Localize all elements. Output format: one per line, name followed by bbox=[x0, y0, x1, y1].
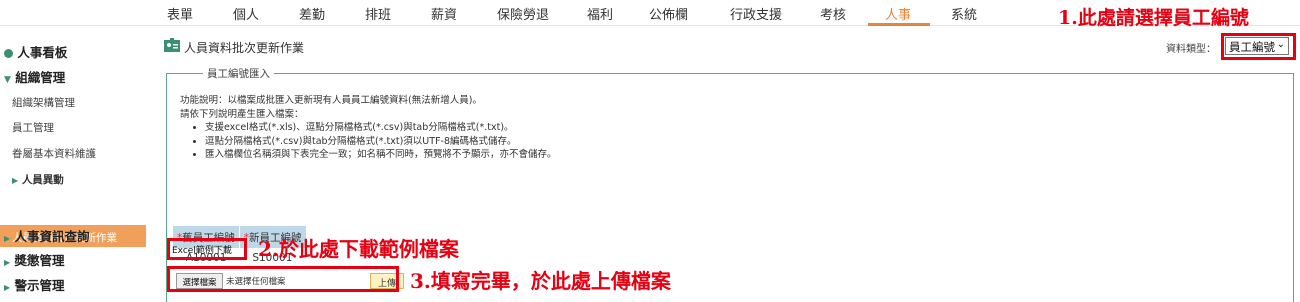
caret-right-icon: ▶ bbox=[4, 234, 11, 243]
sidebar-item-label: 人員異動 bbox=[21, 174, 64, 186]
highlight-box-upload bbox=[167, 266, 399, 292]
sidebar-item-org-structure[interactable]: 組織架構管理 bbox=[12, 95, 162, 110]
nav-item-bulletin[interactable]: 公佈欄 bbox=[649, 4, 688, 23]
instruction-list: 支援excel格式(*.xls)、逗點分隔檔格式(*.csv)與tab分隔檔格式… bbox=[180, 121, 557, 162]
nav-item-hr[interactable]: 人事 bbox=[885, 4, 911, 23]
annotation-select-employee-id: 1.此處請選擇員工編號 bbox=[1058, 7, 1249, 29]
sidebar-item-personnel-changes[interactable]: ▶ 人員異動 bbox=[12, 172, 162, 187]
instructions: 功能說明：以檔案成批匯入更新現有人員員工編號資料(無法新增人員)。 請依下列說明… bbox=[180, 94, 557, 162]
active-tab-underline bbox=[868, 23, 930, 26]
caret-right-icon: ▶ bbox=[12, 176, 19, 185]
id-card-icon bbox=[164, 38, 180, 52]
nav-item-attendance[interactable]: 差勤 bbox=[299, 4, 325, 23]
sidebar-item-label: 人事看板 bbox=[17, 45, 68, 60]
sidebar-item-label: 獎懲管理 bbox=[14, 253, 65, 268]
instruction-bullet: 支援excel格式(*.xls)、逗點分隔檔格式(*.csv)與tab分隔檔格式… bbox=[205, 121, 557, 135]
nav-item-scheduling[interactable]: 排班 bbox=[365, 4, 391, 23]
caret-down-icon: ▼ bbox=[4, 75, 11, 85]
nav-item-salary[interactable]: 薪資 bbox=[431, 4, 457, 23]
instruction-line-1: 功能說明：以檔案成批匯入更新現有人員員工編號資料(無法新增人員)。 bbox=[180, 95, 482, 106]
caret-right-icon: ▶ bbox=[4, 283, 11, 292]
sidebar-item-rewards-discipline[interactable]: ▶ 獎懲管理 bbox=[4, 250, 154, 269]
nav-item-admin-support[interactable]: 行政支援 bbox=[730, 4, 782, 23]
nav-item-personal[interactable]: 個人 bbox=[233, 4, 259, 23]
page-title: 人員資料批次更新作業 bbox=[184, 41, 305, 55]
sidebar-item-alerts[interactable]: ▶ 警示管理 bbox=[4, 275, 154, 294]
sidebar-item-hr-query[interactable]: ▶ 人事資訊查詢 bbox=[4, 226, 154, 245]
nav-item-insurance[interactable]: 保險勞退 bbox=[497, 4, 549, 23]
annotation-upload-file: 3.填寫完畢，於此處上傳檔案 bbox=[410, 269, 671, 293]
data-type-label: 資料類型： bbox=[1166, 44, 1216, 55]
pie-chart-icon bbox=[4, 49, 13, 58]
instruction-bullet: 逗點分隔檔格式(*.csv)與tab分隔檔格式(*.txt)須以UTF-8編碼格… bbox=[205, 135, 557, 149]
sidebar-item-hr-dashboard[interactable]: 人事看板 bbox=[4, 42, 154, 61]
nav-item-forms[interactable]: 表單 bbox=[167, 4, 193, 23]
panel-legend: 員工編號匯入 bbox=[203, 66, 274, 81]
instruction-line-2: 請依下列說明產生匯入檔案： bbox=[180, 108, 304, 120]
sidebar: 人事看板 ▼ 組織管理 組織架構管理 員工管理 眷屬基本資料維護 ▶ 人員異動 … bbox=[0, 30, 150, 302]
sidebar-item-employee-management[interactable]: 員工管理 bbox=[12, 120, 162, 135]
caret-right-icon: ▶ bbox=[4, 258, 11, 267]
sidebar-item-org-management[interactable]: ▼ 組織管理 bbox=[4, 67, 154, 86]
sidebar-item-label: 警示管理 bbox=[14, 278, 65, 293]
highlight-box-data-type bbox=[1221, 33, 1296, 60]
nav-item-welfare[interactable]: 福利 bbox=[587, 4, 613, 23]
sidebar-item-label: 組織管理 bbox=[15, 70, 66, 85]
sidebar-item-dependents[interactable]: 眷屬基本資料維護 bbox=[12, 146, 162, 161]
instruction-bullet: 匯入檔欄位名稱須與下表完全一致；如名稱不同時，預覽將不予顯示，亦不會儲存。 bbox=[205, 148, 557, 162]
annotation-download-sample: 2.於此處下載範例檔案 bbox=[258, 237, 459, 261]
nav-item-evaluation[interactable]: 考核 bbox=[820, 4, 846, 23]
highlight-box-download bbox=[167, 238, 247, 260]
sidebar-item-label: 人事資訊查詢 bbox=[14, 229, 90, 244]
nav-item-system[interactable]: 系統 bbox=[951, 4, 977, 23]
